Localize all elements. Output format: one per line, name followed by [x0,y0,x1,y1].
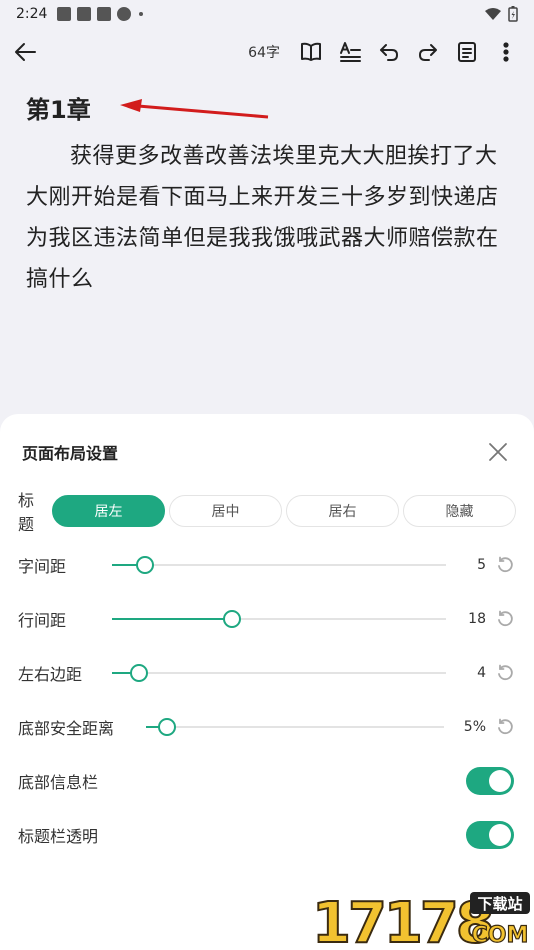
title-alignment-segmented: 居左 居中 居右 隐藏 [52,495,516,527]
annotation-arrow-icon [120,99,269,119]
title-bar-transparent-label: 标题栏透明 [18,827,99,846]
reset-button[interactable] [496,664,514,682]
svg-text:下载站: 下载站 [477,895,522,913]
more-notifications-icon [139,12,144,16]
slider-thumb[interactable] [157,718,176,736]
open-book-icon [301,42,321,61]
reset-button[interactable] [496,556,514,574]
reset-button[interactable] [496,718,514,736]
notification-icon [117,7,132,21]
chapter-title: 第1章 [26,96,91,124]
bottom-info-bar-label: 底部信息栏 [18,773,99,792]
slider-thumb[interactable] [136,556,155,574]
svg-text:17178: 17178 [312,891,492,948]
top-toolbar: 64字 [0,28,534,76]
bottom-safe-distance-row: 底部安全距离 5% [0,700,534,754]
reset-icon [498,556,513,573]
toggle-knob [489,770,511,792]
slider-thumb[interactable] [129,664,148,682]
svg-text:COM: COM [472,923,529,948]
notification-icon [97,7,112,21]
close-icon [489,443,507,461]
undo-icon [380,44,398,61]
title-alignment-row: 标题 居左 居中 居右 隐藏 [0,484,534,538]
slider-fill [112,618,233,620]
side-margin-label: 左右边距 [18,665,83,684]
line-spacing-row: 行间距 18 [0,592,534,646]
side-margin-slider[interactable] [112,664,446,682]
line-spacing-slider[interactable] [112,610,446,628]
letter-spacing-label: 字间距 [18,557,67,576]
bottom-info-bar-toggle[interactable] [466,767,514,795]
redo-icon [419,44,437,61]
title-align-right-option[interactable]: 居右 [286,495,399,527]
side-margin-row: 左右边距 4 [0,646,534,700]
title-bar-transparent-toggle[interactable] [466,821,514,849]
bottom-safe-distance-label: 底部安全距离 [18,719,115,738]
bottom-safe-distance-slider[interactable] [146,718,444,736]
notification-icon [77,7,92,21]
back-button[interactable] [10,36,42,68]
bottom-info-bar-row: 底部信息栏 [0,754,534,808]
title-alignment-label: 标题 [18,491,35,534]
text-format-icon [340,42,361,62]
reset-icon [498,718,513,735]
line-spacing-value: 18 [468,611,486,627]
line-spacing-label: 行间距 [18,611,67,630]
status-time: 2:24 [16,6,48,22]
layout-settings-sheet: 页面布局设置 标题 居左 居中 居右 隐藏 字间距 5 行间距 18 左右边距 … [0,414,534,950]
back-arrow-icon [15,43,36,61]
redo-button[interactable] [410,34,446,70]
status-bar: 2:24 [0,0,534,28]
title-align-left-option[interactable]: 居左 [52,495,165,527]
letter-spacing-row: 字间距 5 [0,538,534,592]
chapter-text: 获得更多改善改善法埃里克大大胆挨打了大大刚开始是看下面马上来开发三十多岁到快递店… [26,144,499,292]
text-format-button[interactable] [332,34,368,70]
toggle-knob [489,824,511,846]
battery-icon [508,6,518,22]
wifi-icon [485,8,501,20]
watermark-logo: 17178 下载站 COM [311,890,530,948]
title-align-center-option[interactable]: 居中 [169,495,282,527]
sheet-header: 页面布局设置 [0,414,534,490]
reset-button[interactable] [496,610,514,628]
reset-icon [498,664,513,681]
side-margin-value: 4 [477,665,486,681]
sheet-title: 页面布局设置 [22,444,119,463]
reset-icon [498,610,513,627]
notes-icon [458,42,476,62]
slider-thumb[interactable] [223,610,242,628]
more-button[interactable] [488,34,524,70]
title-bar-transparent-row: 标题栏透明 [0,808,534,862]
letter-spacing-value: 5 [477,557,486,573]
word-count: 64字 [248,45,280,61]
close-button[interactable] [484,438,512,466]
bottom-safe-distance-value: 5% [463,719,486,735]
more-vertical-icon [503,42,509,62]
book-button[interactable] [293,34,329,70]
letter-spacing-slider[interactable] [112,556,446,574]
undo-button[interactable] [371,34,407,70]
notes-button[interactable] [449,34,485,70]
notification-icon [57,7,72,21]
title-hide-option[interactable]: 隐藏 [403,495,516,527]
